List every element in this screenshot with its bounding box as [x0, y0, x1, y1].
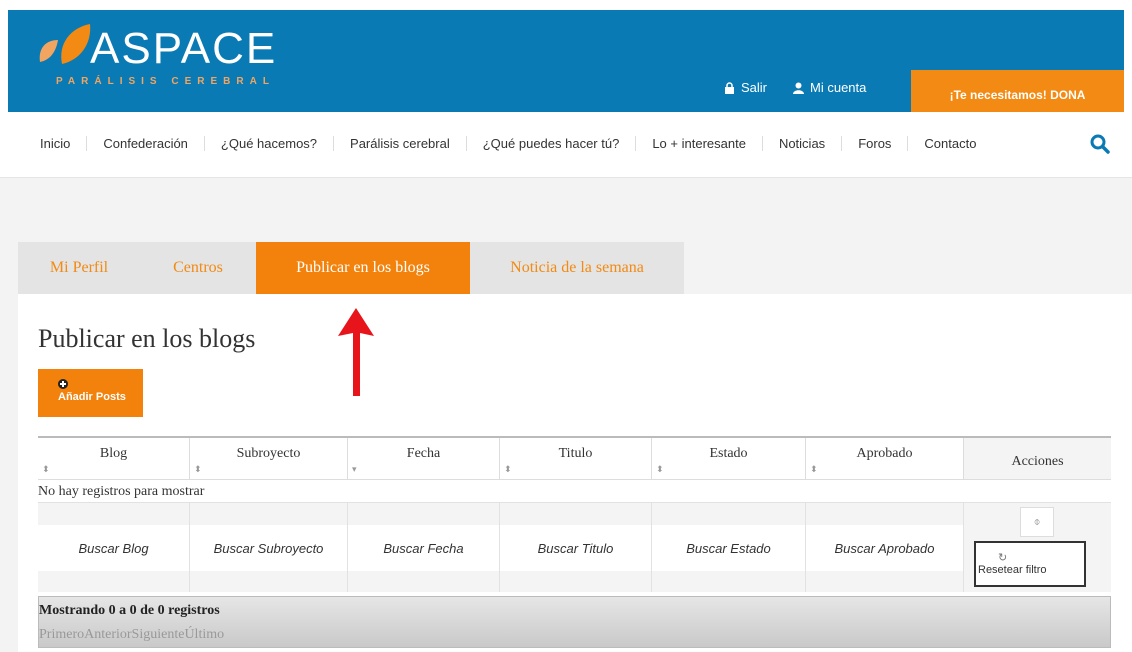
reset-icon: ↻ — [998, 552, 1008, 564]
account-link[interactable]: Mi cuenta — [793, 80, 866, 95]
column-header-estado[interactable]: Estado ⬍ — [652, 438, 806, 480]
filter-aprobado-input[interactable]: Buscar Aprobado — [806, 525, 963, 571]
column-header-acciones: Acciones — [964, 438, 1111, 480]
nav-item-inicio[interactable]: Inicio — [34, 136, 88, 151]
nav-item-lo-mas-interesante[interactable]: Lo + interesante — [636, 136, 763, 151]
pager-first[interactable]: Primero — [39, 627, 84, 643]
empty-message: No hay registros para mostrar — [38, 484, 205, 499]
filter-blog-input[interactable]: Buscar Blog — [38, 525, 189, 571]
red-arrow-annotation — [338, 308, 374, 396]
tab-mi-perfil[interactable]: Mi Perfil — [18, 242, 140, 294]
add-posts-label: Añadir Posts — [58, 391, 126, 403]
logout-label: Salir — [741, 80, 768, 95]
nav-item-contacto[interactable]: Contacto — [908, 136, 992, 151]
column-header-subroyecto[interactable]: Subroyecto ⬍ — [190, 438, 348, 480]
tab-publicar-blogs[interactable]: Publicar en los blogs — [256, 242, 470, 294]
pager-previous[interactable]: Anterior — [84, 627, 131, 643]
filter-estado-input[interactable]: Buscar Estado — [652, 525, 805, 571]
page-title: Publicar en los blogs — [38, 324, 256, 353]
column-header-titulo[interactable]: Titulo ⬍ — [500, 438, 652, 480]
main-nav: Inicio Confederación ¿Qué hacemos? Parál… — [0, 112, 1132, 178]
column-header-fecha[interactable]: Fecha ▾ — [348, 438, 500, 480]
pager-next[interactable]: Siguiente — [132, 627, 185, 643]
reset-filter-button[interactable]: ↻ Resetear filtro — [974, 541, 1086, 587]
filter-fecha-input[interactable]: Buscar Fecha — [348, 525, 499, 571]
site-header: ASPACE PARÁLISIS CEREBRAL Salir Mi cuent… — [8, 10, 1124, 112]
nav-item-que-puedes-hacer[interactable]: ¿Qué puedes hacer tú? — [467, 136, 637, 151]
nav-item-paralisis-cerebral[interactable]: Parálisis cerebral — [334, 136, 467, 151]
search-icon[interactable] — [1090, 134, 1110, 154]
logo-subtitle: PARÁLISIS CEREBRAL — [56, 76, 275, 87]
aspace-logo[interactable]: ASPACE PARÁLISIS CEREBRAL — [32, 18, 302, 98]
records-info: Mostrando 0 a 0 de 0 registros — [39, 603, 220, 618]
nav-item-que-hacemos[interactable]: ¿Qué hacemos? — [205, 136, 335, 151]
donate-button[interactable]: ¡Te necesitamos! DONA — [911, 70, 1124, 112]
filter-subroyecto-input[interactable]: Buscar Subroyecto — [190, 525, 347, 571]
sort-icon: ⬍ — [194, 465, 202, 475]
lock-icon — [725, 81, 734, 94]
table-footer: Mostrando 0 a 0 de 0 registros Primero A… — [38, 596, 1111, 648]
profile-tabs: Mi Perfil Centros Publicar en los blogs … — [18, 242, 684, 294]
refresh-button[interactable]: ⌽ — [1020, 507, 1054, 537]
reset-label: Resetear filtro — [978, 564, 1047, 576]
nav-item-confederacion[interactable]: Confederación — [87, 136, 205, 151]
tab-centros[interactable]: Centros — [140, 242, 256, 294]
pagination: Primero Anterior Siguiente Último — [39, 627, 224, 643]
tab-noticia-semana[interactable]: Noticia de la semana — [470, 242, 684, 294]
plus-circle-icon — [58, 379, 68, 389]
user-icon — [793, 82, 805, 94]
nav-item-foros[interactable]: Foros — [842, 136, 909, 151]
sort-desc-icon: ▾ — [352, 465, 357, 475]
column-header-aprobado[interactable]: Aprobado ⬍ — [806, 438, 964, 480]
account-label: Mi cuenta — [810, 80, 867, 95]
content-panel: Publicar en los blogs Añadir Posts Blog ⬍… — [18, 294, 1132, 652]
sort-icon: ⬍ — [656, 465, 664, 475]
logout-link[interactable]: Salir — [724, 80, 767, 95]
nav-item-noticias[interactable]: Noticias — [763, 136, 843, 151]
filter-titulo-input[interactable]: Buscar Titulo — [500, 525, 651, 571]
posts-table: Blog ⬍ Subroyecto ⬍ Fecha ▾ Titulo ⬍ Estado ⬍… — [38, 436, 1111, 592]
sort-icon: ⬍ — [810, 465, 818, 475]
filter-row: Buscar Blog Buscar Subroyecto Buscar Fec… — [38, 502, 1111, 592]
pager-last[interactable]: Último — [184, 627, 224, 643]
add-posts-button[interactable]: Añadir Posts — [38, 369, 143, 417]
table-header: Blog ⬍ Subroyecto ⬍ Fecha ▾ Titulo ⬍ Estado ⬍… — [38, 436, 1111, 480]
column-header-blog[interactable]: Blog ⬍ — [38, 438, 190, 480]
top-links: Salir Mi cuenta — [724, 80, 866, 95]
sort-icon: ⬍ — [504, 465, 512, 475]
sort-icon: ⬍ — [42, 465, 50, 475]
logo-text: ASPACE — [90, 24, 278, 73]
